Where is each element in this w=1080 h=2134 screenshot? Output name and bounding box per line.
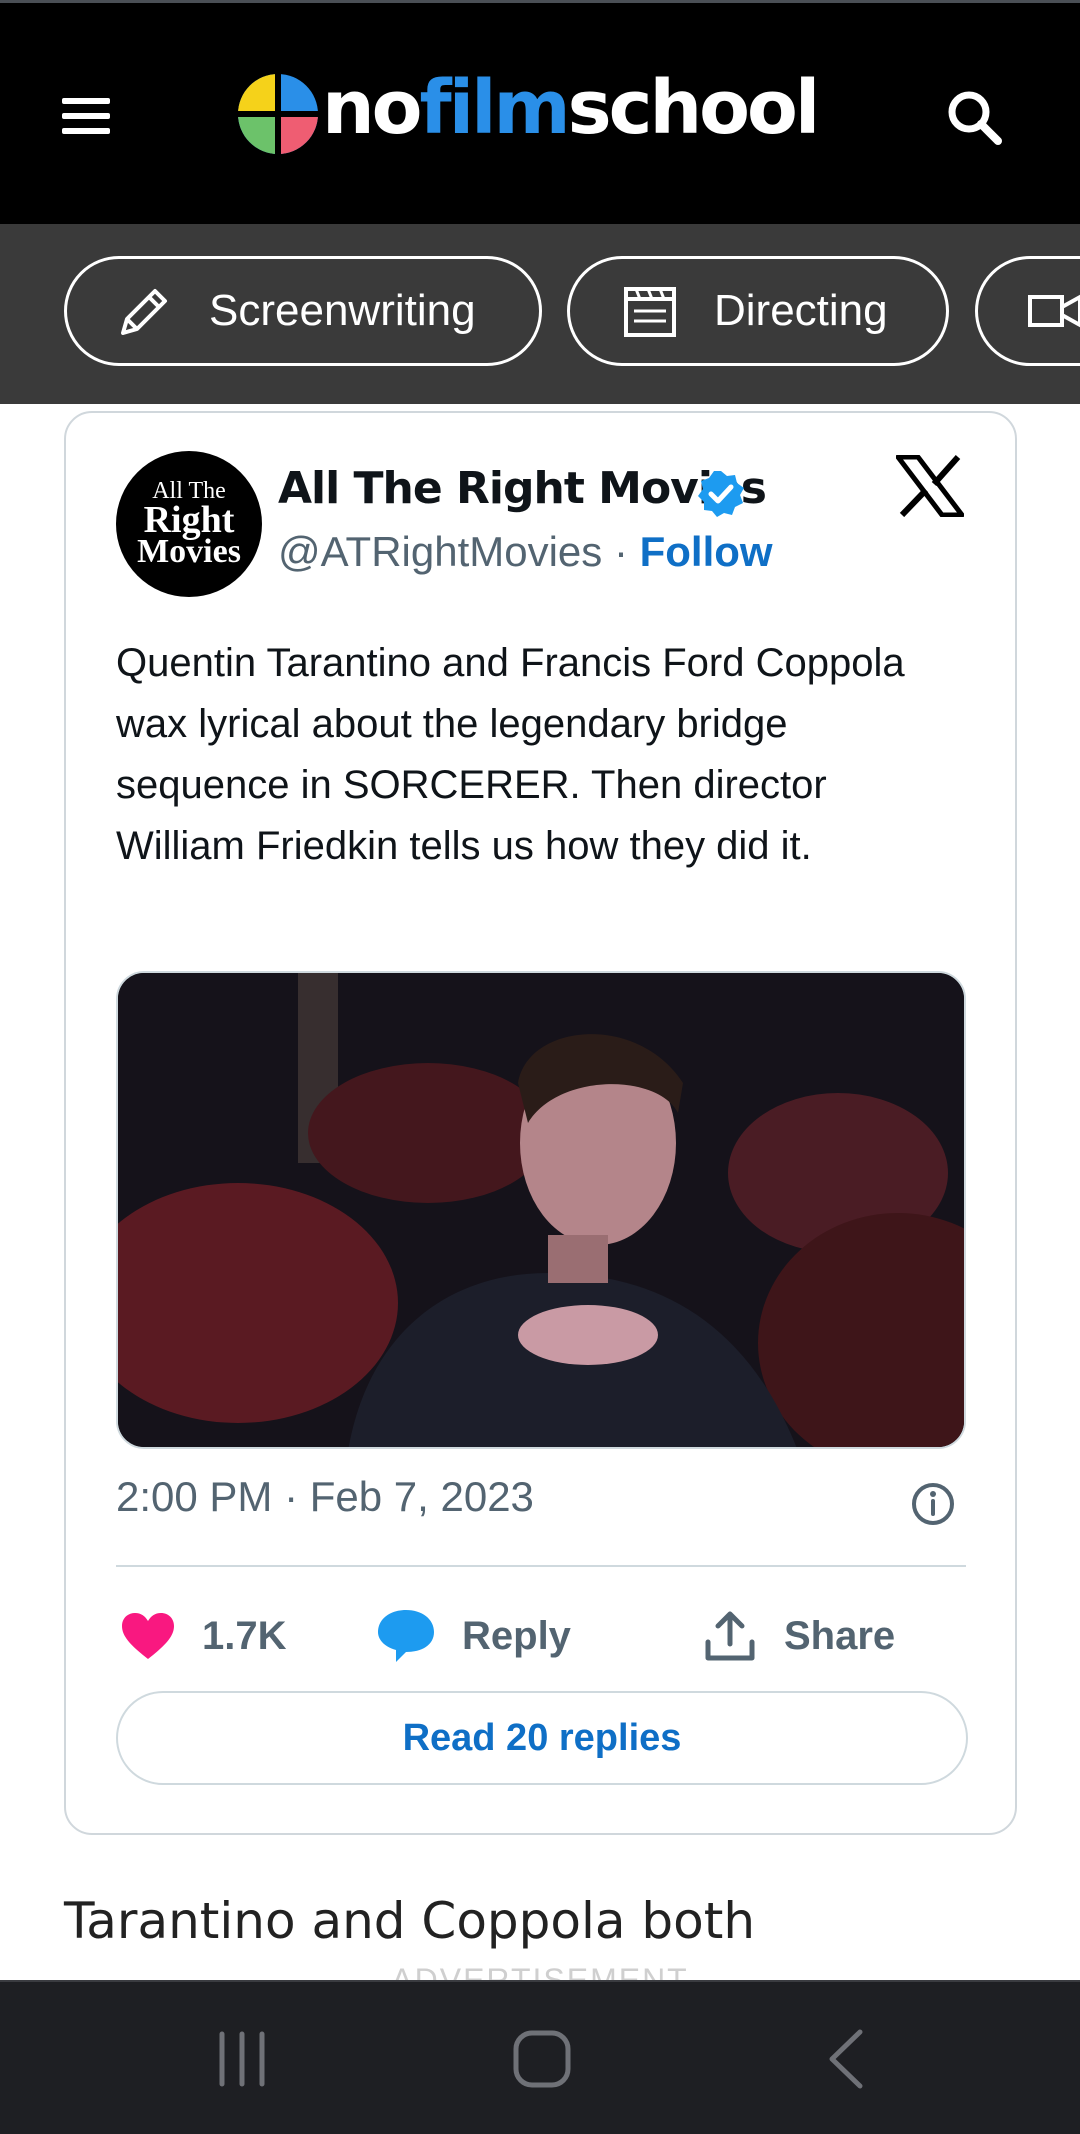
site-header: nofilmschool bbox=[0, 0, 1080, 224]
like-count: 1.7K bbox=[202, 1613, 287, 1658]
follow-button[interactable]: Follow bbox=[640, 528, 773, 575]
separator-dot: · bbox=[613, 528, 628, 575]
avatar[interactable]: All The Right Movies bbox=[116, 451, 262, 597]
share-icon bbox=[705, 1611, 755, 1661]
category-pill-cameras[interactable] bbox=[975, 256, 1080, 366]
read-replies-button[interactable]: Read 20 replies bbox=[116, 1691, 968, 1785]
tweet-text: Quentin Tarantino and Francis Ford Coppo… bbox=[116, 641, 905, 868]
tweet-video[interactable] bbox=[116, 971, 966, 1449]
info-icon[interactable] bbox=[910, 1481, 956, 1527]
share-button[interactable]: Share bbox=[702, 1601, 895, 1671]
video-camera-icon bbox=[1028, 294, 1080, 328]
category-bar: Screenwriting Directing bbox=[0, 224, 1080, 404]
clapperboard-icon bbox=[624, 287, 676, 337]
handle-row: @ATRightMovies · Follow bbox=[278, 528, 773, 576]
reply-button[interactable]: Reply bbox=[376, 1601, 571, 1671]
system-navigation-bar bbox=[0, 1980, 1080, 2134]
category-label: Directing bbox=[714, 286, 888, 335]
reply-label: Reply bbox=[462, 1613, 571, 1658]
category-pill-directing[interactable]: Directing bbox=[567, 256, 949, 366]
share-label: Share bbox=[784, 1613, 896, 1658]
article-paragraph: Tarantino and Coppola both bbox=[64, 1892, 756, 1950]
like-button[interactable]: 1.7K bbox=[120, 1601, 287, 1671]
divider bbox=[116, 1565, 966, 1567]
speech-bubble-icon bbox=[378, 1610, 434, 1662]
back-icon[interactable] bbox=[822, 2024, 872, 2094]
search-icon[interactable] bbox=[944, 87, 1004, 147]
home-icon[interactable] bbox=[510, 2024, 574, 2094]
category-label: Screenwriting bbox=[209, 286, 476, 335]
hamburger-menu-icon[interactable] bbox=[62, 98, 110, 134]
recent-apps-icon[interactable] bbox=[212, 2024, 272, 2094]
author-handle[interactable]: @ATRightMovies bbox=[278, 528, 602, 575]
embedded-tweet: All The Right Movies All The Right Movie… bbox=[64, 411, 1017, 1835]
author-name[interactable]: All The Right Movies bbox=[278, 463, 767, 514]
video-thumbnail bbox=[118, 973, 964, 1447]
logo-wordmark: nofilmschool bbox=[322, 65, 820, 151]
site-logo[interactable]: nofilmschool bbox=[236, 65, 820, 159]
category-pill-screenwriting[interactable]: Screenwriting bbox=[64, 256, 542, 366]
verified-badge-icon bbox=[698, 471, 744, 517]
heart-icon bbox=[122, 1613, 174, 1659]
pencil-icon bbox=[121, 289, 167, 335]
tweet-timestamp[interactable]: 2:00 PM · Feb 7, 2023 bbox=[116, 1473, 534, 1521]
logo-mark-icon bbox=[238, 74, 318, 154]
x-logo-icon[interactable] bbox=[896, 455, 964, 517]
